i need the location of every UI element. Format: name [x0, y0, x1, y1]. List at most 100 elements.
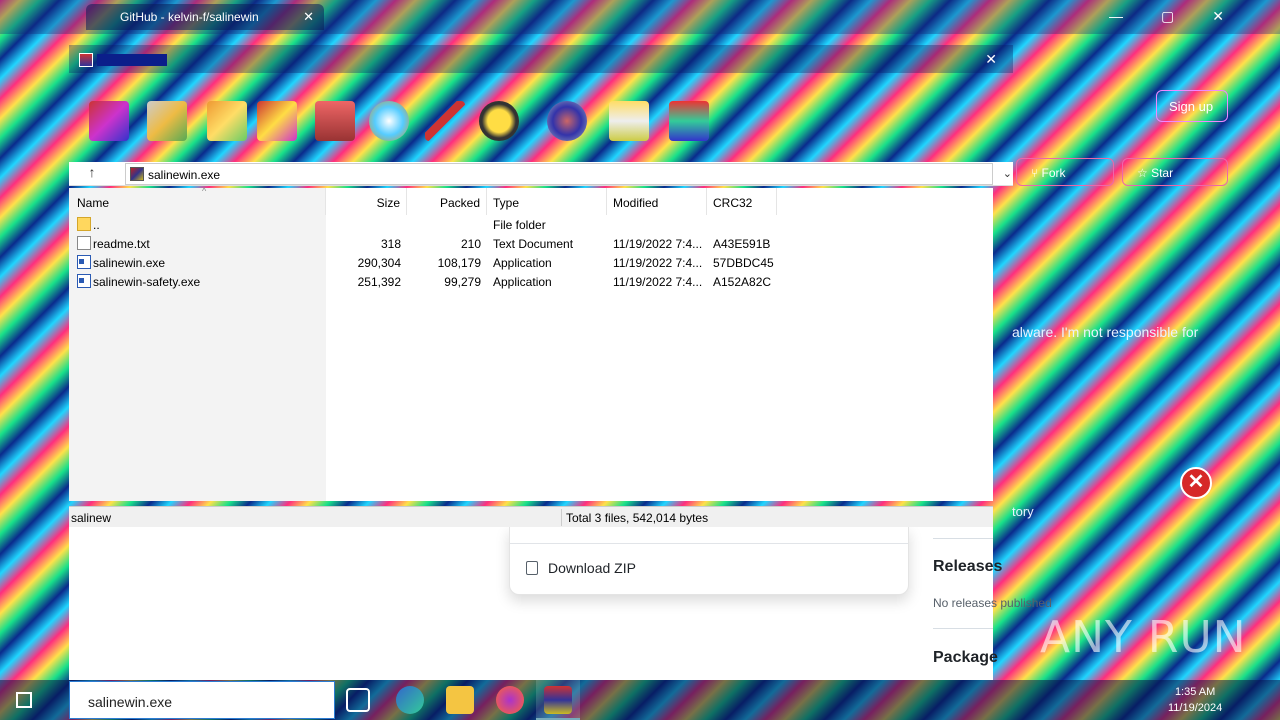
winrar-window: ✕ ↑ salinewin.exe ⌄ Name ^ Size Packed T… [69, 45, 1013, 527]
exe-file-icon [77, 274, 91, 288]
status-bar: salinew Total 3 files, 542,014 bytes [69, 506, 993, 527]
firefox-icon[interactable] [496, 686, 524, 714]
column-header-label: Name [77, 196, 110, 210]
sfx-icon[interactable] [669, 101, 709, 141]
anyrun-watermark: ANY RUN [1040, 612, 1247, 663]
file-modified: 11/19/2022 7:4... [613, 237, 703, 251]
file-type: File folder [493, 218, 546, 232]
file-explorer-icon[interactable] [446, 686, 474, 714]
signup-button[interactable]: Sign up [1156, 90, 1228, 122]
close-icon[interactable]: ✕ [303, 9, 314, 25]
virus-scan-icon[interactable] [547, 101, 587, 141]
code-dropdown-menu: Download ZIP [509, 527, 909, 595]
search-value: salinewin.exe [88, 694, 173, 710]
window-caption [97, 54, 167, 66]
releases-heading[interactable]: Releases [933, 558, 1002, 576]
extract-to-icon[interactable] [147, 101, 187, 141]
file-packed: 99,279 [444, 275, 481, 289]
browser-tab[interactable]: GitHub - kelvin-f/salinewin ✕ [86, 4, 324, 30]
column-header-label: Type [493, 196, 520, 210]
add-icon[interactable] [89, 101, 129, 141]
download-zip-item[interactable]: Download ZIP [526, 560, 636, 576]
releases-empty-text: No releases published [933, 596, 1052, 610]
star-label: Star [1151, 166, 1174, 180]
file-packed: 210 [460, 237, 481, 251]
file-list: Name ^ Size Packed Type Modified CRC32 .… [69, 186, 993, 501]
file-packed: 108,179 [437, 256, 481, 270]
winrar-toolbar [69, 95, 1013, 155]
file-name: readme.txt [93, 237, 150, 251]
winrar-app-icon [79, 53, 93, 67]
divider [933, 628, 993, 629]
zip-file-icon [526, 561, 538, 575]
fork-label: Fork [1041, 166, 1066, 180]
star-button[interactable]: ☆ Star [1122, 158, 1228, 186]
file-modified: 11/19/2022 7:4... [613, 275, 703, 289]
winrar-icon[interactable] [544, 686, 572, 714]
info-icon[interactable] [479, 101, 519, 141]
column-header-label: Modified [613, 196, 659, 210]
taskbar-search-input[interactable]: salinewin.exe [69, 681, 335, 719]
packages-heading[interactable]: Package [933, 649, 998, 667]
file-name: salinewin.exe [93, 256, 166, 270]
column-header-size[interactable]: Size [327, 188, 407, 215]
table-row[interactable]: readme.txt 318 210 Text Document 11/19/2… [69, 234, 993, 253]
exe-file-icon [77, 255, 91, 269]
window-controls[interactable]: —▢✕ [1109, 8, 1262, 25]
download-zip-label: Download ZIP [548, 560, 636, 576]
edge-icon[interactable] [396, 686, 424, 714]
error-icon: ✕ [1180, 467, 1212, 499]
winrar-title-bar[interactable]: ✕ [69, 45, 1013, 73]
divider [933, 538, 993, 539]
delete-icon[interactable] [315, 101, 355, 141]
column-header-type[interactable]: Type [487, 188, 607, 215]
file-name: salinewin-safety.exe [93, 275, 201, 289]
fork-button[interactable]: ⑂ Fork [1016, 158, 1114, 186]
repo-description: alware. I'm not responsible for [1012, 324, 1199, 340]
find-icon[interactable] [369, 101, 409, 141]
up-arrow-icon[interactable]: ↑ [81, 164, 103, 184]
column-header-label: Packed [439, 196, 480, 210]
wizard-icon[interactable] [425, 101, 465, 141]
column-header-crc32[interactable]: CRC32 [707, 188, 777, 215]
start-icon[interactable] [16, 692, 32, 708]
file-crc: A152A82C [713, 275, 772, 289]
menu-divider [510, 543, 908, 544]
clock-date: 11/19/2024 [1168, 702, 1223, 714]
text-file-icon [77, 236, 91, 250]
file-name: .. [93, 218, 100, 232]
comment-icon[interactable] [609, 101, 649, 141]
status-total: Total 3 files, 542,014 bytes [566, 511, 709, 525]
table-row[interactable]: salinewin.exe 290,304 108,179 Applicatio… [69, 253, 993, 272]
folder-icon [77, 217, 91, 231]
table-row[interactable]: .. File folder [69, 215, 993, 234]
address-text: salinewin.exe [148, 168, 221, 182]
file-type: Application [493, 275, 552, 289]
sort-arrow-icon: ^ [202, 186, 207, 196]
file-size: 318 [380, 237, 401, 251]
clock[interactable]: 1:35 AM 11/19/2024 [1168, 684, 1222, 716]
browser-tab-bar: GitHub - kelvin-f/salinewin ✕ —▢✕ [0, 0, 1280, 34]
test-icon[interactable] [207, 101, 247, 141]
table-row[interactable]: salinewin-safety.exe 251,392 99,279 Appl… [69, 272, 993, 291]
file-size: 251,392 [357, 275, 401, 289]
tab-title: GitHub - kelvin-f/salinewin [120, 10, 259, 24]
file-type: Text Document [493, 237, 574, 251]
column-header-packed[interactable]: Packed [407, 188, 487, 215]
file-crc: A43E591B [713, 237, 771, 251]
chevron-down-icon[interactable]: ⌄ [1003, 167, 1012, 180]
address-bar: ↑ salinewin.exe ⌄ [69, 162, 1013, 186]
status-selection: salinew [71, 511, 112, 525]
archive-icon [130, 167, 144, 181]
status-divider [561, 509, 562, 526]
history-link[interactable]: tory [1012, 504, 1034, 519]
column-header-name[interactable]: Name ^ [77, 186, 326, 215]
column-header-label: Size [376, 196, 400, 210]
close-icon[interactable]: ✕ [985, 51, 997, 68]
task-view-icon[interactable] [346, 688, 370, 712]
taskbar: salinewin.exe 1:35 AM 11/19/2024 [0, 680, 1280, 720]
column-header-modified[interactable]: Modified [607, 188, 707, 215]
file-modified: 11/19/2022 7:4... [613, 256, 703, 270]
address-field[interactable]: salinewin.exe ⌄ [125, 163, 1012, 185]
view-icon[interactable] [257, 101, 297, 141]
